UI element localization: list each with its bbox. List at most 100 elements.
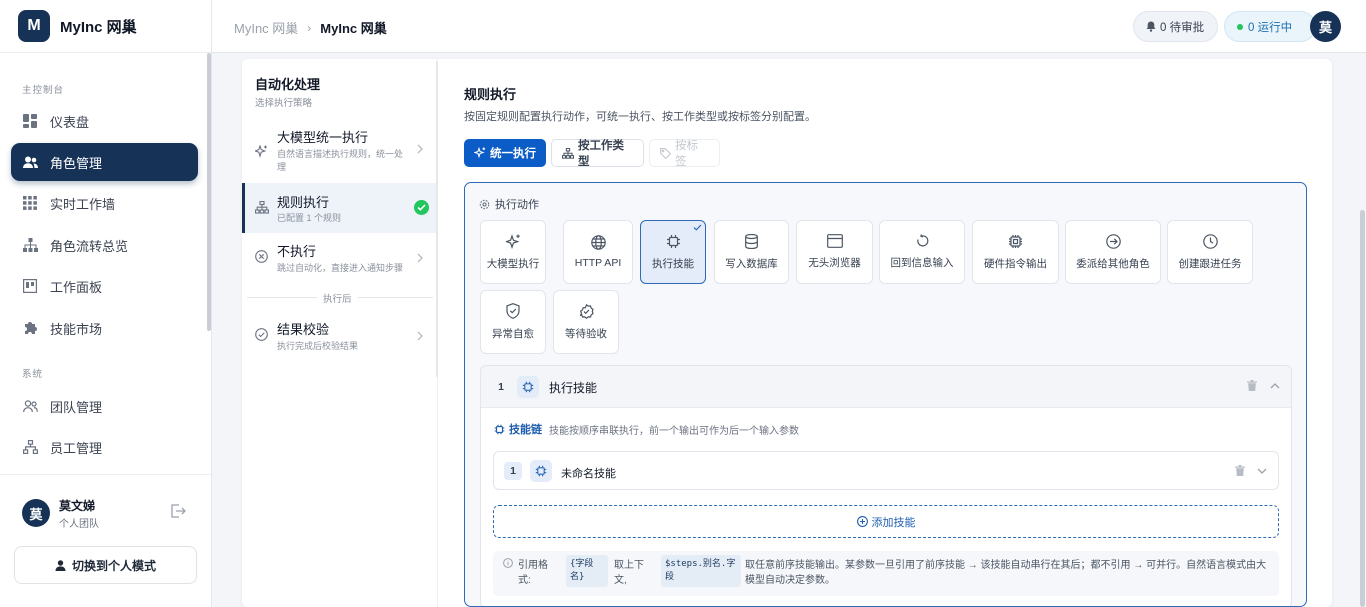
action-tile-return-input[interactable]: 回到信息输入: [879, 220, 965, 284]
flow-icon: [562, 147, 574, 159]
step-header[interactable]: 1 执行技能: [481, 366, 1291, 408]
action-tile-database[interactable]: 写入数据库: [714, 220, 789, 284]
running-badge[interactable]: 0 运行中: [1224, 11, 1316, 42]
action-tile-http[interactable]: HTTP API: [563, 220, 633, 284]
rule-title: 规则执行: [464, 87, 517, 102]
skill-number: 1: [504, 462, 522, 480]
brand-logo: M: [18, 10, 50, 42]
chevron-right-icon: [417, 144, 424, 154]
chevron-right-icon: [417, 331, 424, 341]
rule-config: 规则执行 按固定规则配置执行动作，可统一执行、按工作类型或按标签分别配置。 统一…: [464, 59, 1332, 607]
brand[interactable]: M MyInc 网巢: [0, 0, 211, 53]
tile-label: 异常自愈: [492, 328, 534, 340]
breadcrumb: MyInc 网巢 › MyInc 网巢: [234, 18, 387, 37]
option-label: 结果校验: [277, 322, 330, 337]
chevron-right-icon: ›: [307, 20, 312, 35]
action-tile-await-acceptance[interactable]: 等待验收: [553, 290, 619, 354]
shield-check-icon: [506, 303, 520, 319]
action-tile-self-heal[interactable]: 异常自愈: [480, 290, 546, 354]
ref-explanation: 取任意前序技能输出。某参数一旦引用了前序技能 → 该技能自动串行在其后；都不引用…: [745, 560, 1267, 586]
chain-hint: 技能按顺序串联执行，前一个输出可作为后一个输入参数: [549, 425, 799, 437]
section-title-console: 主控制台: [22, 85, 65, 96]
mode-label: 按标签: [675, 140, 698, 168]
section-title-system: 系统: [22, 369, 44, 380]
strategy-panel: 自动化处理 选择执行策略 大模型统一执行 自然语言描述执行规则，统一处理 规则执…: [242, 59, 438, 607]
action-tile-llm[interactable]: 大模型执行: [480, 220, 546, 284]
sidebar-item-label: 实时工作墙: [50, 196, 116, 212]
tile-label: 委派给其他角色: [1076, 257, 1150, 270]
user-team: 个人团队: [59, 519, 99, 530]
sidebar-item-label: 技能市场: [50, 321, 103, 337]
option-label: 规则执行: [277, 195, 330, 210]
sidebar: M MyInc 网巢 主控制台 仪表盘 角色管理 实时工作墙 角色流转总览 工作…: [0, 0, 212, 607]
panel-scrollbar[interactable]: [436, 61, 438, 377]
action-tile-hardware[interactable]: 硬件指令输出: [972, 220, 1059, 284]
skill-item[interactable]: 1 未命名技能: [493, 451, 1279, 490]
sidebar-item-label: 员工管理: [50, 440, 103, 456]
strategy-option-verify[interactable]: 结果校验 执行完成后校验结果: [242, 311, 437, 361]
check-circle-icon: [414, 200, 429, 215]
sidebar-item-flow[interactable]: 角色流转总览: [11, 226, 198, 264]
mode-by-tag-button[interactable]: 按标签: [649, 139, 720, 168]
ref-code-field: {字段名}: [566, 555, 608, 587]
users-icon: [22, 154, 38, 170]
globe-icon: [590, 235, 606, 250]
logout-icon[interactable]: [170, 504, 186, 518]
chevron-up-icon[interactable]: [1270, 382, 1280, 389]
sidebar-item-roles[interactable]: 角色管理: [11, 143, 198, 181]
rotate-icon: [916, 234, 929, 248]
option-desc: 跳过自动化，直接进入通知步骤: [277, 263, 404, 273]
action-tile-skill[interactable]: 执行技能: [640, 220, 706, 284]
sidebar-item-dashboard[interactable]: 仪表盘: [11, 102, 198, 140]
check-circle-icon: [255, 328, 268, 341]
trash-icon[interactable]: [1247, 380, 1257, 391]
mode-label: 统一执行: [490, 148, 536, 160]
sidebar-item-team[interactable]: 团队管理: [11, 387, 198, 425]
strategy-option-rule[interactable]: 规则执行 已配置 1 个规则: [242, 183, 437, 233]
switch-personal-mode-button[interactable]: 切换到个人模式: [14, 546, 197, 584]
after-label: 执行后: [317, 291, 358, 305]
plus-circle-icon: [856, 516, 868, 527]
running-label: 0 运行中: [1248, 21, 1293, 34]
ref-code-steps: $steps.别名.字段: [661, 555, 741, 587]
action-tile-delegate[interactable]: 委派给其他角色: [1065, 220, 1161, 284]
mode-unified-button[interactable]: 统一执行: [464, 139, 546, 167]
chevron-down-icon[interactable]: [1257, 468, 1267, 475]
sparkle-icon: [474, 147, 486, 159]
chip-icon: [530, 460, 552, 482]
avatar[interactable]: 莫: [22, 499, 50, 527]
action-tile-browser[interactable]: 无头浏览器: [796, 220, 873, 284]
header-avatar[interactable]: 莫: [1310, 11, 1341, 42]
trash-icon[interactable]: [1235, 465, 1245, 476]
pending-approval-badge[interactable]: 0 待审批: [1133, 11, 1218, 42]
strategy-option-llm[interactable]: 大模型统一执行 自然语言描述执行规则，统一处理: [242, 121, 437, 183]
sidebar-item-staff[interactable]: 员工管理: [11, 428, 198, 466]
action-title: 执行动作: [495, 199, 539, 211]
action-tile-followup[interactable]: 创建跟进任务: [1167, 220, 1253, 284]
main-scrollbar[interactable]: [1360, 210, 1365, 607]
team-icon: [22, 398, 38, 414]
user-panel: 莫 莫文娣 个人团队 切换到个人模式: [0, 474, 211, 607]
step-number: 1: [498, 381, 504, 393]
sidebar-scrollbar[interactable]: [207, 53, 211, 331]
mode-by-type-button[interactable]: 按工作类型: [551, 139, 644, 168]
arrow-circle-icon: [1105, 233, 1121, 249]
info-icon: [503, 558, 513, 568]
check-icon: [693, 224, 702, 231]
sidebar-item-board[interactable]: 工作面板: [11, 267, 198, 305]
chip-icon: [494, 424, 505, 435]
breadcrumb-item[interactable]: MyInc 网巢: [234, 18, 298, 37]
strategy-subtitle: 选择执行策略: [255, 98, 313, 109]
user-icon: [55, 559, 66, 571]
sidebar-item-workwall[interactable]: 实时工作墙: [11, 184, 198, 222]
sidebar-item-skill-market[interactable]: 技能市场: [11, 309, 198, 347]
strategy-option-skip[interactable]: 不执行 跳过自动化，直接进入通知步骤: [242, 233, 437, 285]
sidebar-item-label: 团队管理: [50, 399, 103, 415]
add-skill-button[interactable]: 添加技能: [493, 505, 1279, 538]
pending-label: 0 待审批: [1160, 21, 1205, 34]
mode-label: 按工作类型: [578, 140, 624, 168]
skill-chain-label: 技能链 技能按顺序串联执行，前一个输出可作为后一个输入参数: [494, 421, 799, 437]
sidebar-item-label: 仪表盘: [50, 114, 90, 130]
tile-label: 执行技能: [652, 257, 694, 270]
chevron-right-icon: [417, 253, 424, 263]
